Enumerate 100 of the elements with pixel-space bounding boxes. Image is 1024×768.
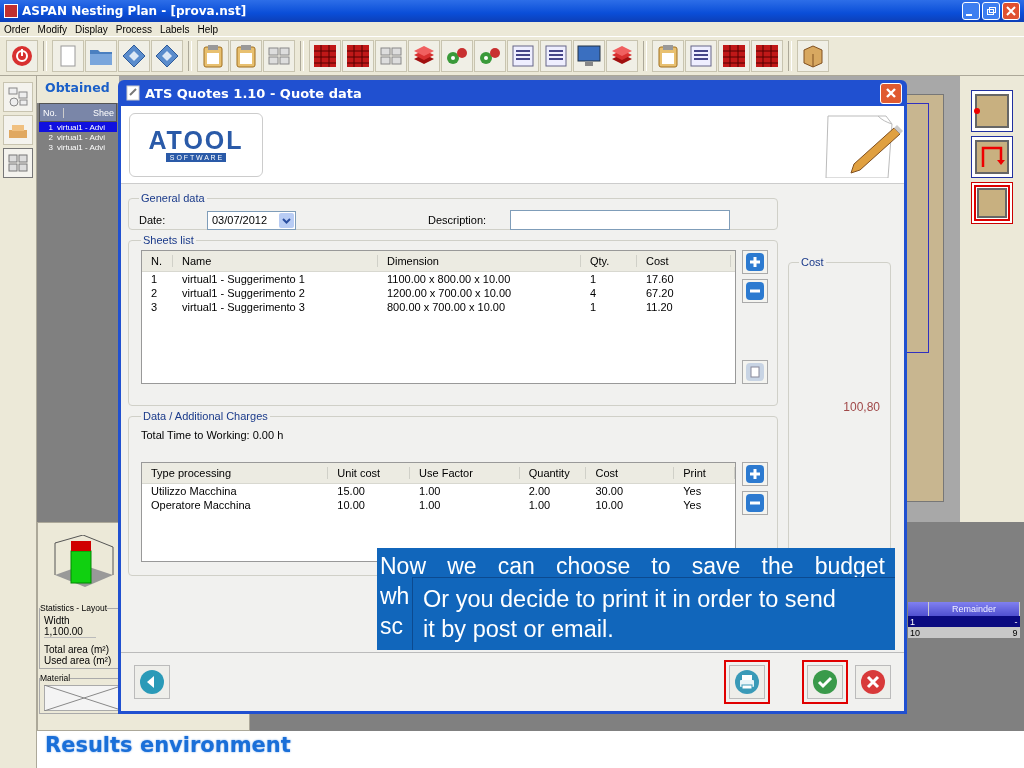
toolbar-button[interactable]: [474, 40, 506, 72]
path-button[interactable]: [971, 136, 1013, 178]
clipboard-icon: [203, 44, 223, 68]
clipboard-icon: [236, 44, 256, 68]
list-row[interactable]: 2 virtual1 - Advi: [39, 132, 117, 142]
description-field[interactable]: [510, 210, 731, 230]
group-title: Data / Additional Charges: [142, 410, 269, 422]
toolbar-button[interactable]: [342, 40, 374, 72]
column-header: Print: [674, 467, 735, 479]
add-button[interactable]: [742, 250, 768, 274]
toolbar-button[interactable]: [685, 40, 717, 72]
cost-value: 100,80: [842, 400, 880, 414]
field-label: Description:: [428, 214, 487, 226]
toolbar-button[interactable]: [606, 40, 638, 72]
table-cell-text: virtual1 - Suggerimento 1: [181, 273, 306, 285]
border-button[interactable]: [971, 182, 1013, 224]
shapes-icon: [7, 86, 29, 108]
group-title: Cost: [800, 256, 825, 268]
add-button[interactable]: [742, 462, 768, 486]
plus-icon: [746, 465, 764, 483]
list-row[interactable]: 1 virtual1 - Advi: [39, 122, 117, 132]
squares-icon: [379, 45, 403, 67]
table-cell-text: 11.20: [645, 301, 674, 313]
toolbar-button[interactable]: [573, 40, 605, 72]
grid-icon: [755, 44, 779, 68]
close-button[interactable]: [1002, 2, 1020, 20]
toolbar-button[interactable]: [6, 40, 38, 72]
toolbar-button[interactable]: [441, 40, 473, 72]
menu-item[interactable]: Display: [75, 23, 108, 35]
clipboard-icon: [658, 44, 678, 68]
toolbar-button[interactable]: [309, 40, 341, 72]
window-title: ASPAN Nesting Plan - [prova.nst]: [22, 4, 248, 18]
restore-icon: [986, 6, 996, 16]
cancel-button[interactable]: [855, 665, 891, 699]
document-icon: [126, 85, 140, 101]
power-icon: [11, 45, 33, 67]
squares-icon: [7, 153, 29, 173]
minimize-icon: [966, 14, 972, 16]
field-label: Width: [44, 615, 71, 626]
table-cell-text: 1100.00 x 800.00 x 10.00: [386, 273, 512, 285]
toolbar-button[interactable]: [408, 40, 440, 72]
table-cell-text: 10.00: [336, 499, 366, 511]
table-cell-text: 2: [150, 287, 159, 299]
column-header: Unit cost: [328, 467, 411, 479]
menu-item[interactable]: Order: [4, 23, 30, 35]
table-cell-text: 1: [589, 301, 598, 313]
toolbar-button[interactable]: [507, 40, 539, 72]
note-icon: [746, 363, 764, 381]
group-title: Statistics - Layout: [40, 603, 108, 613]
table-cell-text: 1: [150, 273, 159, 285]
menu-item[interactable]: Help: [197, 23, 218, 35]
table-cell-text: Yes: [682, 499, 703, 511]
toolbar-button[interactable]: [718, 40, 750, 72]
list-row[interactable]: 3 virtual1 - Advi: [39, 142, 117, 152]
table-cell-text: 10.00: [594, 499, 624, 511]
minimize-button[interactable]: [962, 2, 980, 20]
callout-text: Or you decide to print it in order to send: [423, 585, 836, 614]
field-value: 1,100.00: [44, 626, 96, 638]
toolbar-button[interactable]: [118, 40, 150, 72]
toolbar-button[interactable]: [751, 40, 783, 72]
edit-button[interactable]: [742, 360, 768, 384]
arrow-square-icon: [974, 139, 1010, 175]
table-cell-text: virtual1 - Suggerimento 3: [181, 301, 306, 313]
menu-item[interactable]: Labels: [159, 23, 190, 35]
menu-item[interactable]: Process: [115, 23, 152, 35]
group-title: Sheets list: [142, 234, 195, 246]
callout-text: sc: [380, 612, 403, 641]
menu-item[interactable]: Modify: [37, 23, 67, 35]
monitor-icon: [577, 45, 601, 67]
group-title: General data: [140, 192, 206, 204]
toolbar-button[interactable]: [540, 40, 572, 72]
close-button[interactable]: [880, 82, 902, 104]
maximize-button[interactable]: [982, 2, 1000, 20]
grid-icon: [346, 44, 370, 68]
tool-button[interactable]: [3, 148, 33, 178]
column-header: Use Factor: [410, 467, 520, 479]
stack-icon: [412, 45, 436, 67]
table-cell-text: 3: [150, 301, 159, 313]
field-label: Date:: [139, 214, 167, 226]
column-header: N.: [142, 255, 173, 267]
diamond-icon: [122, 44, 146, 68]
callout-text: it by post or email.: [423, 615, 614, 644]
plus-icon: [746, 253, 764, 271]
table-cell-text: 30.00: [594, 485, 624, 497]
anchor-button[interactable]: [971, 90, 1013, 132]
table-cell-text: 1.00: [418, 499, 442, 511]
toolbar-button[interactable]: [151, 40, 183, 72]
table-cell: -: [928, 616, 1020, 627]
remove-button[interactable]: [742, 279, 768, 303]
column-header: Type processing: [142, 467, 329, 479]
remove-button[interactable]: [742, 491, 768, 515]
column-header: Cost: [586, 467, 675, 479]
tool-button[interactable]: [3, 82, 33, 112]
table-cell-text: Yes: [682, 485, 703, 497]
field-label: Used area (m²): [44, 655, 113, 666]
back-button[interactable]: [134, 665, 170, 699]
list-icon: [690, 45, 712, 67]
caption: Results environment: [37, 731, 1024, 768]
date-dropdown[interactable]: 03/07/2012: [207, 210, 296, 230]
table-cell-text: 1.00: [418, 485, 442, 497]
